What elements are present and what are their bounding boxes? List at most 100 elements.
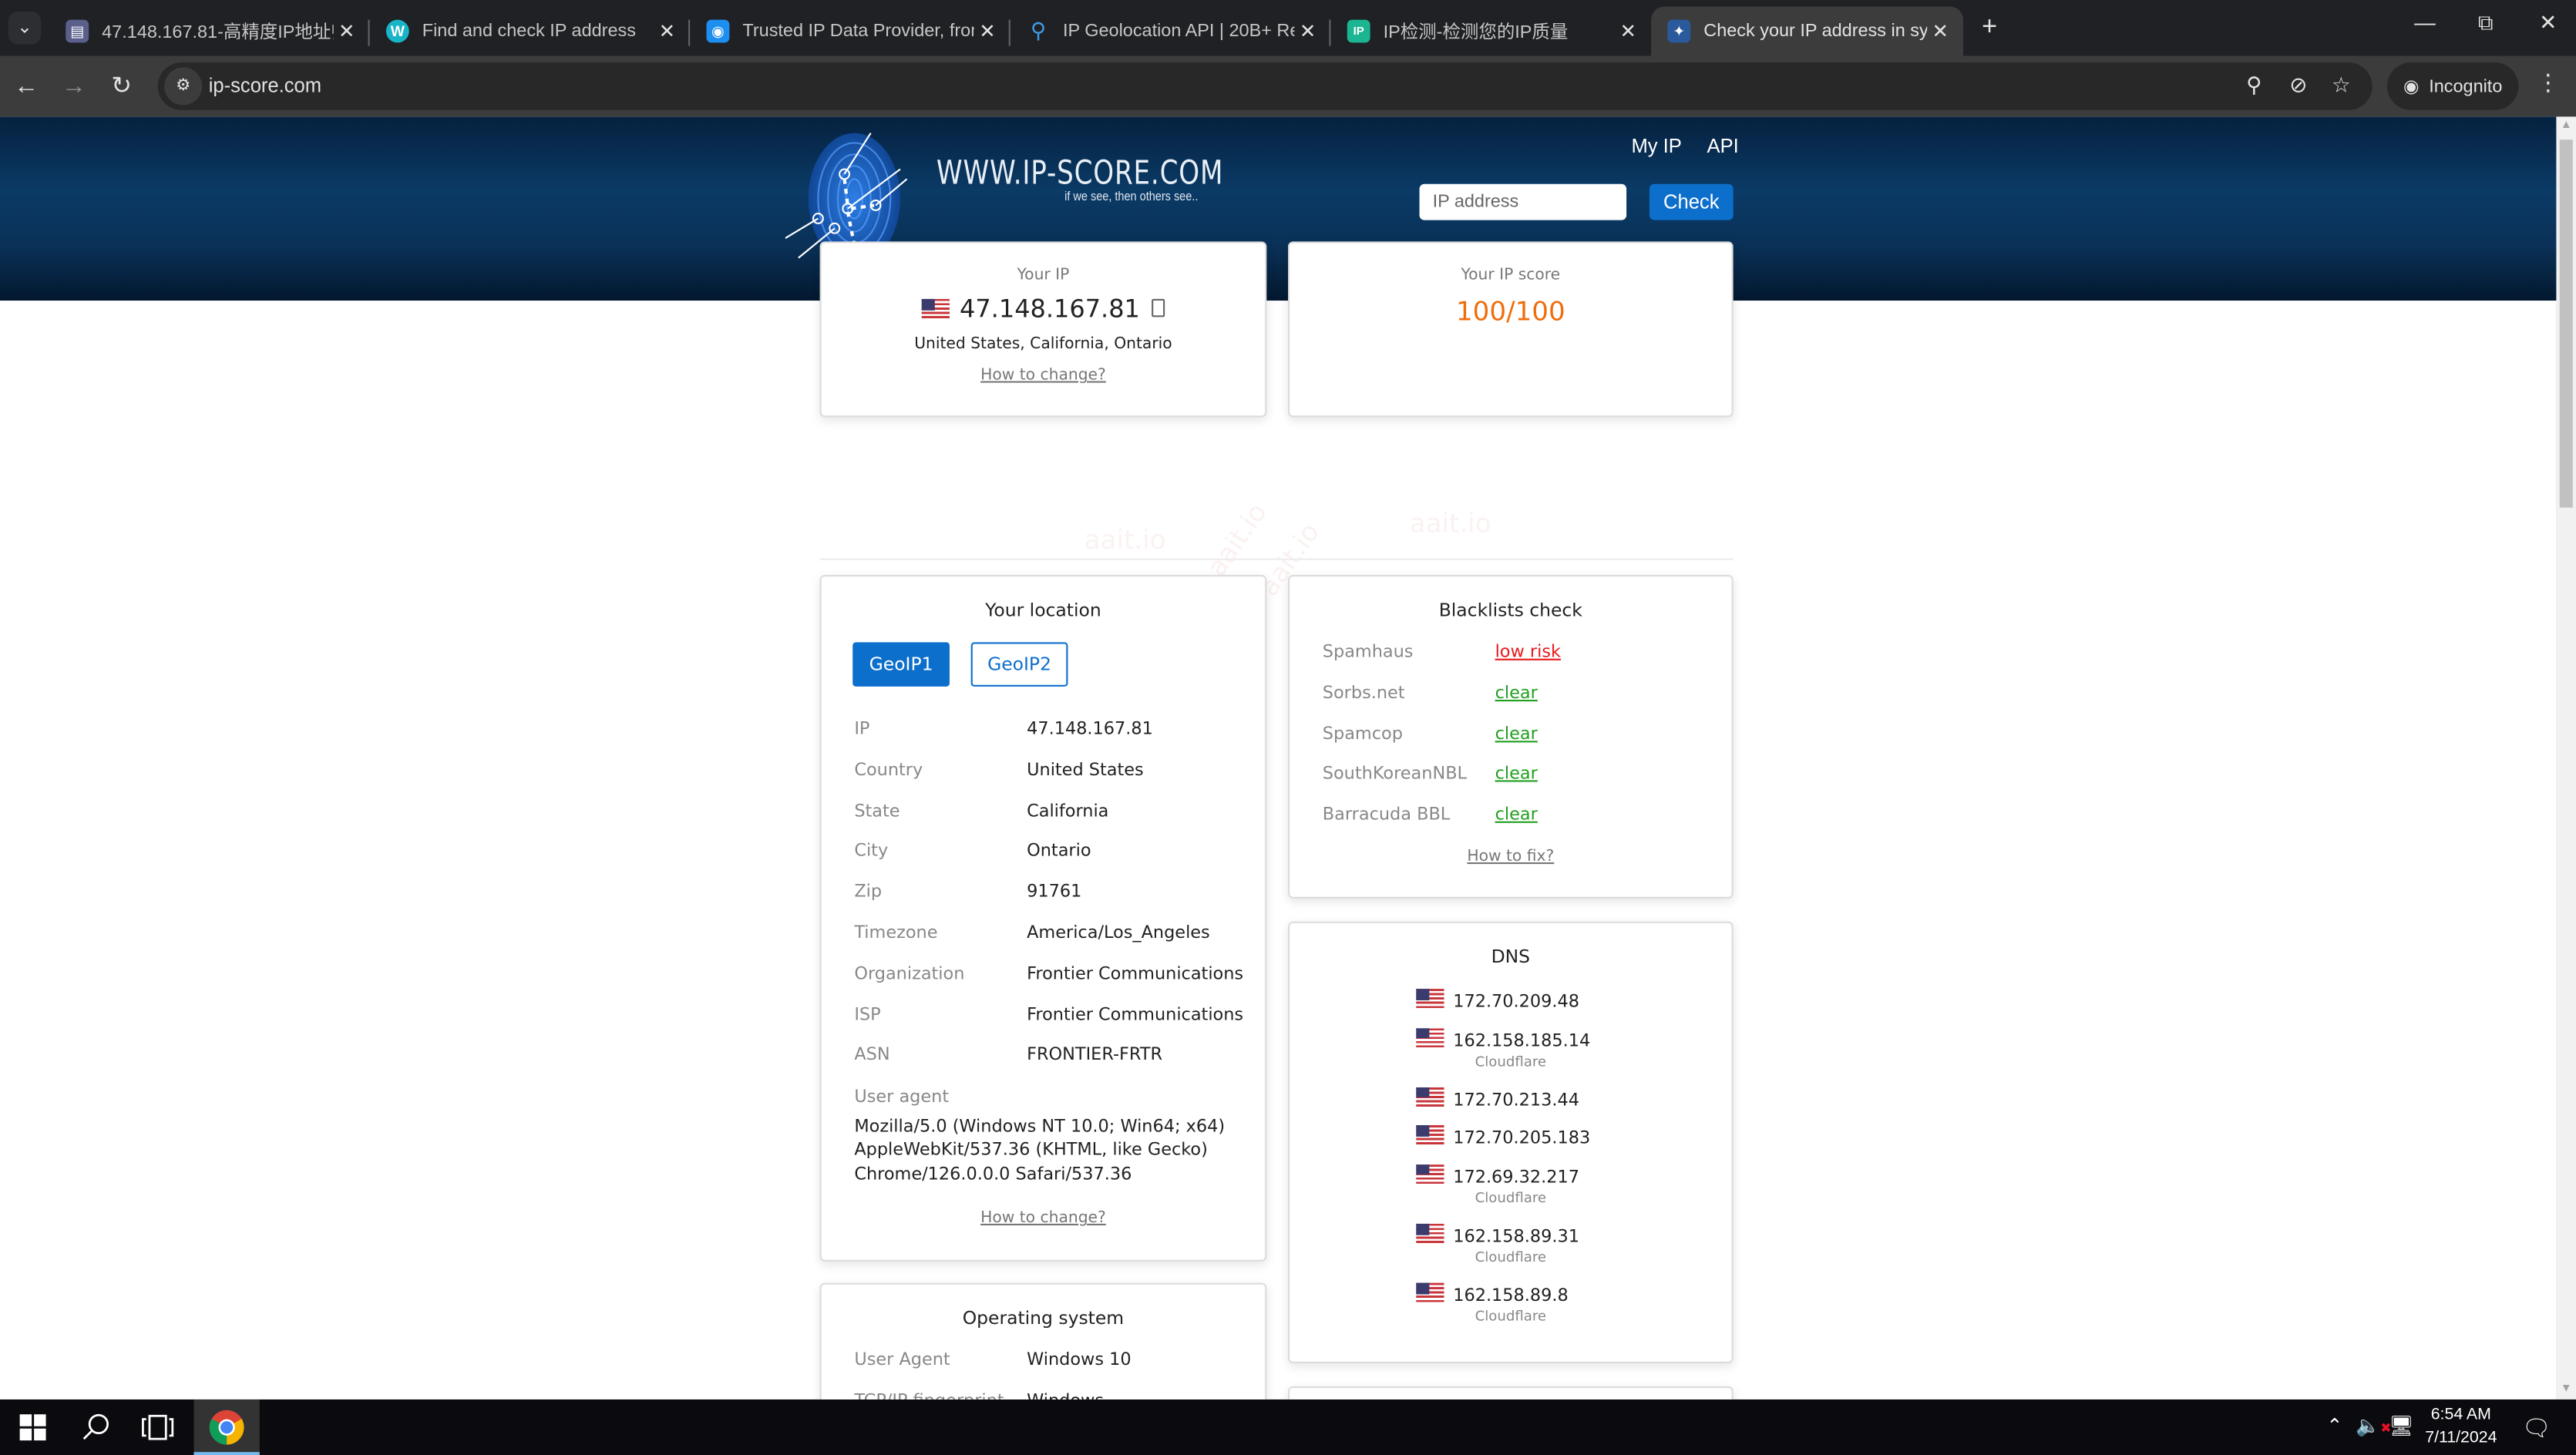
page-scrollbar[interactable]: ▲ ▼	[2556, 116, 2576, 1400]
close-window-button[interactable]: ✕	[2524, 10, 2573, 36]
forward-button[interactable]: →	[55, 69, 92, 106]
geoip1-tab[interactable]: GeoIP1	[853, 642, 950, 687]
your-ip-card: Your IP 47.148.167.81 United States, Cal…	[819, 241, 1267, 418]
location-row-key: Timezone	[854, 922, 938, 943]
close-tab-icon[interactable]: ✕	[1615, 20, 1641, 43]
how-to-change-link[interactable]: How to change?	[980, 366, 1106, 384]
close-tab-icon[interactable]: ✕	[334, 20, 360, 43]
tab-title: 47.148.167.81-高精度IP地址归属	[102, 22, 334, 43]
blacklist-status-link[interactable]: clear	[1495, 724, 1538, 744]
dns-server-ip: 162.158.89.31	[1453, 1227, 1579, 1247]
tab-1[interactable]: ▤ 47.148.167.81-高精度IP地址归属 ✕	[49, 7, 370, 56]
dns-server-ip: 172.70.205.183	[1453, 1128, 1591, 1149]
how-to-fix-link[interactable]: How to fix?	[1467, 848, 1554, 865]
watermark-text: aait.io	[1200, 497, 1273, 583]
zoom-out-icon: ⚲	[2246, 72, 2262, 97]
address-bar[interactable]: ⚙ ip-score.com ⚲ ⊘ ☆	[157, 62, 2373, 110]
blacklist-row: SouthKoreanNBL clear	[1323, 764, 1715, 791]
close-tab-icon[interactable]: ✕	[654, 20, 680, 43]
check-button[interactable]: Check	[1649, 183, 1734, 220]
incognito-indicator[interactable]: ◉ Incognito	[2386, 62, 2519, 110]
restore-button[interactable]: ⧉	[2461, 10, 2510, 36]
browser-menu-button[interactable]: ⋮	[2537, 69, 2560, 97]
zoom-button[interactable]: ⚲	[2239, 71, 2268, 100]
search-button[interactable]	[62, 1400, 128, 1455]
new-tab-button[interactable]: +	[1975, 13, 2004, 42]
us-flag-icon	[1415, 1087, 1444, 1107]
notification-center-icon[interactable]: 🗨	[2522, 1414, 2551, 1442]
task-view-button[interactable]	[125, 1400, 190, 1455]
taskbar-chrome[interactable]	[193, 1399, 260, 1455]
dns-provider: Cloudflare	[1475, 1309, 1547, 1326]
close-tab-icon[interactable]: ✕	[974, 20, 1000, 43]
scrollbar-thumb[interactable]	[2559, 139, 2573, 508]
your-ip-label: Your IP	[1017, 266, 1070, 284]
search-icon	[82, 1413, 109, 1440]
bookmark-button[interactable]: ☆	[2326, 71, 2356, 100]
blacklists-card: Blacklists check Spamhaus low risk Sorbs.n…	[1288, 574, 1734, 899]
tab-title: IP检测-检测您的IP质量	[1383, 22, 1569, 43]
blacklist-status-link[interactable]: clear	[1495, 805, 1538, 825]
tab-2[interactable]: W Find and check IP address ✕	[370, 7, 691, 56]
scroll-down-icon[interactable]: ▼	[2556, 1379, 2576, 1400]
tab-search-button[interactable]: ⌄	[8, 11, 42, 45]
tab-3[interactable]: ◉ Trusted IP Data Provider, from IP ✕	[690, 7, 1011, 56]
dns-provider: Cloudflare	[1475, 1250, 1547, 1267]
site-logo-title[interactable]: WWW.IP-SCORE.COM	[937, 153, 1223, 192]
location-row-value: 91761	[1027, 882, 1082, 902]
tracking-protection-button[interactable]: ⊘	[2284, 71, 2313, 100]
us-flag-icon	[1415, 1224, 1444, 1244]
tab-5[interactable]: IP IP检测-检测您的IP质量 ✕	[1330, 7, 1651, 56]
location-row-key: City	[854, 842, 889, 862]
show-hidden-icons-button[interactable]: ⌃	[2326, 1414, 2342, 1437]
user-agent-label: User agent	[854, 1087, 950, 1107]
dns-provider: Cloudflare	[1475, 1190, 1547, 1208]
back-button[interactable]: ←	[8, 69, 45, 106]
blacklist-status-link[interactable]: clear	[1495, 683, 1538, 703]
watermark-text: aait.io	[1084, 523, 1166, 556]
close-tab-icon[interactable]: ✕	[1295, 20, 1321, 43]
location-row-value: Ontario	[1027, 842, 1091, 862]
geoip2-tab[interactable]: GeoIP2	[970, 642, 1068, 687]
location-row: ASN FRONTIER-FRTR	[854, 1045, 1249, 1071]
nav-link-api[interactable]: API	[1707, 135, 1739, 158]
ip-check-icon: IP	[1347, 19, 1370, 43]
watermark-text: aait.io	[1409, 507, 1491, 539]
star-icon: ☆	[2331, 72, 2351, 97]
location-row-key: IP	[854, 719, 870, 740]
dns-title: DNS	[1491, 946, 1531, 968]
windows-taskbar: ⌃ 🔈✖ 🖥 6:54 AM 7/11/2024 🗨	[0, 1399, 2576, 1455]
page-viewport: WWW.IP-SCORE.COM if we see, then others …	[0, 116, 2557, 1400]
dns-server-ip: 162.158.185.14	[1453, 1030, 1591, 1051]
us-flag-icon	[1415, 1164, 1444, 1184]
minimize-icon: —	[2414, 9, 2436, 35]
scroll-up-icon[interactable]: ▲	[2556, 116, 2576, 136]
minimize-button[interactable]: —	[2400, 10, 2450, 35]
dns-server-ip: 172.69.32.217	[1453, 1167, 1579, 1188]
location-row: IP 47.148.167.81	[854, 720, 1249, 746]
copy-icon[interactable]	[1151, 298, 1165, 318]
nav-link-my-ip[interactable]: My IP	[1631, 135, 1681, 158]
location-row-value: 47.148.167.81	[1027, 719, 1153, 740]
location-row-key: ISP	[854, 1004, 881, 1025]
tab-6-active[interactable]: ✦ Check your IP address in system ✕	[1651, 6, 1964, 56]
dns-server-row: 172.70.205.183	[1290, 1125, 1731, 1149]
tab-4[interactable]: ⚲ IP Geolocation API | 20B+ Requ ✕	[1011, 7, 1331, 56]
url-text[interactable]: ip-score.com	[209, 74, 321, 97]
location-row-value: Frontier Communications	[1027, 963, 1244, 984]
how-to-change-link[interactable]: How to change?	[980, 1209, 1106, 1227]
taskbar-clock[interactable]: 6:54 AM 7/11/2024	[2412, 1404, 2510, 1450]
us-flag-icon	[921, 298, 950, 319]
blacklist-status-link[interactable]: clear	[1495, 764, 1538, 785]
chevron-down-icon: ⌄	[17, 18, 32, 39]
network-icon[interactable]: 🖥	[2389, 1414, 2413, 1437]
location-row: ISP Frontier Communications	[854, 1005, 1249, 1031]
site-info-button[interactable]: ⚙	[164, 67, 203, 106]
ip-address-input[interactable]	[1419, 183, 1627, 220]
start-button[interactable]	[0, 1400, 66, 1455]
location-row-key: Zip	[854, 882, 883, 902]
reload-button[interactable]: ↻	[103, 69, 140, 106]
volume-muted-icon[interactable]: 🔈✖	[2356, 1414, 2391, 1437]
close-tab-icon[interactable]: ✕	[1927, 20, 1953, 43]
blacklist-status-link[interactable]: low risk	[1495, 642, 1561, 662]
